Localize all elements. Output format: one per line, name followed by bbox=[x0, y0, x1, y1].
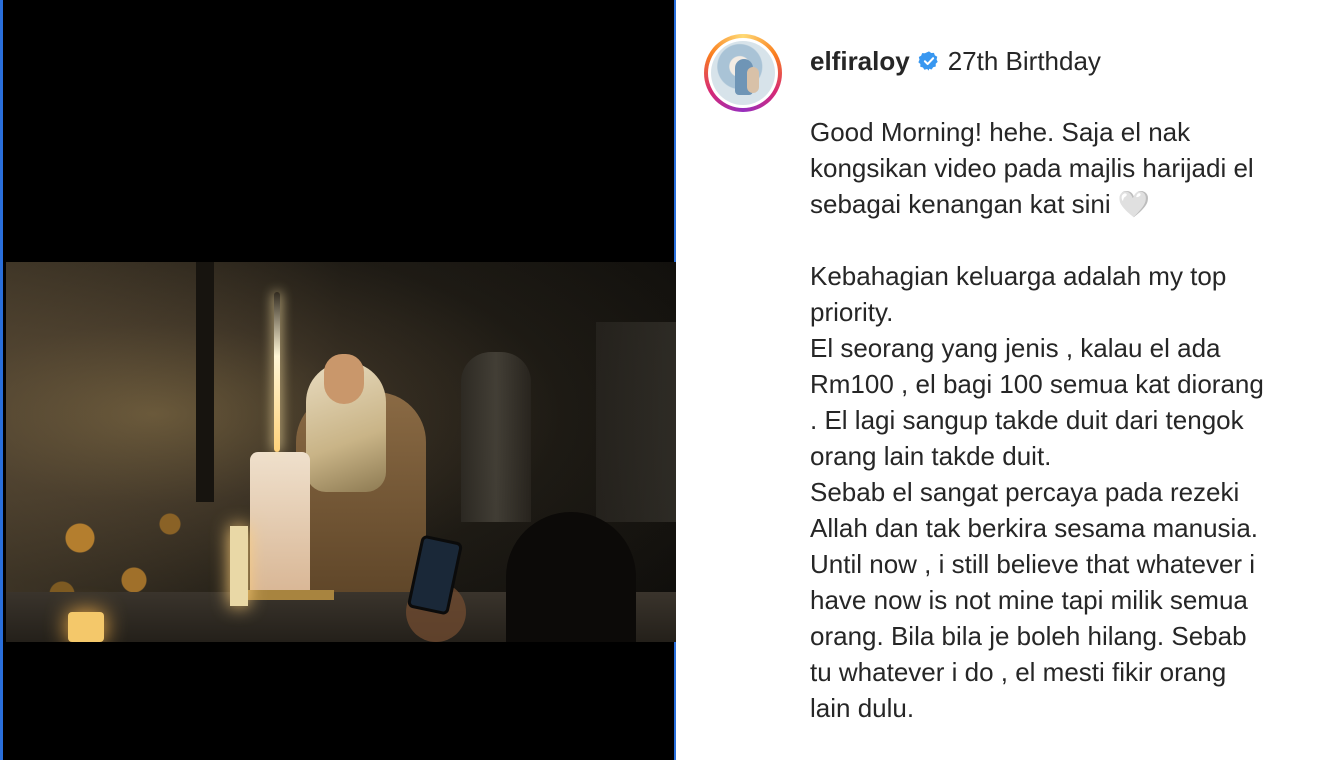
video-scene-sparkler bbox=[274, 292, 280, 452]
video-scene-face bbox=[324, 354, 364, 404]
media-pane[interactable] bbox=[0, 0, 677, 760]
video-scene-cake bbox=[250, 452, 310, 592]
video-scene-pillar bbox=[196, 262, 214, 502]
post-details-pane: elfiraloy 27th Birthday Good Morning! he… bbox=[676, 0, 1344, 760]
caption-line bbox=[810, 222, 1320, 258]
post-header: elfiraloy 27th Birthday bbox=[810, 44, 1101, 78]
caption-line: orang lain takde duit. bbox=[810, 441, 1052, 471]
avatar-gap bbox=[708, 38, 778, 108]
caption-line: Rm100 , el bagi 100 semua kat diorang bbox=[810, 369, 1264, 399]
video-scene-candle-small bbox=[68, 612, 104, 642]
avatar[interactable] bbox=[711, 41, 775, 105]
username-link[interactable]: elfiraloy bbox=[810, 46, 910, 77]
video-scene-curtain bbox=[461, 352, 531, 522]
caption-line: lain dulu. bbox=[810, 693, 915, 723]
caption-line: Kebahagian keluarga adalah my top bbox=[810, 261, 1227, 291]
caption-line: Good Morning! hehe. Saja el nak bbox=[810, 117, 1191, 147]
verified-badge-icon bbox=[918, 51, 938, 71]
post-caption: Good Morning! hehe. Saja el nak kongsikan… bbox=[810, 114, 1320, 726]
caption-line: priority. bbox=[810, 297, 894, 327]
caption-line: orang. Bila bila je boleh hilang. Sebab bbox=[810, 621, 1247, 651]
caption-line: El seorang yang jenis , kalau el ada bbox=[810, 333, 1221, 363]
caption-line: Until now , i still believe that whateve… bbox=[810, 549, 1256, 579]
video-scene-curtain-right bbox=[596, 322, 676, 522]
caption-line: sebagai kenangan kat sini 🤍 bbox=[810, 189, 1151, 219]
caption-line: have now is not mine tapi milik semua bbox=[810, 585, 1248, 615]
caption-line: tu whatever i do , el mesti fikir orang bbox=[810, 657, 1227, 687]
avatar-story-ring[interactable] bbox=[704, 34, 782, 112]
video-scene-silhouette bbox=[506, 512, 636, 642]
location-link[interactable]: 27th Birthday bbox=[948, 46, 1101, 77]
video-player[interactable] bbox=[6, 262, 677, 642]
avatar-figure-child bbox=[747, 67, 759, 93]
caption-line: Allah dan tak berkira sesama manusia. bbox=[810, 513, 1259, 543]
caption-line: Sebab el sangat percaya pada rezeki bbox=[810, 477, 1240, 507]
video-scene-cake-base bbox=[242, 590, 334, 600]
caption-line: . El lagi sangup takde duit dari tengok bbox=[810, 405, 1244, 435]
caption-line: kongsikan video pada majlis harijadi el bbox=[810, 153, 1254, 183]
video-scene-candle bbox=[230, 526, 248, 606]
